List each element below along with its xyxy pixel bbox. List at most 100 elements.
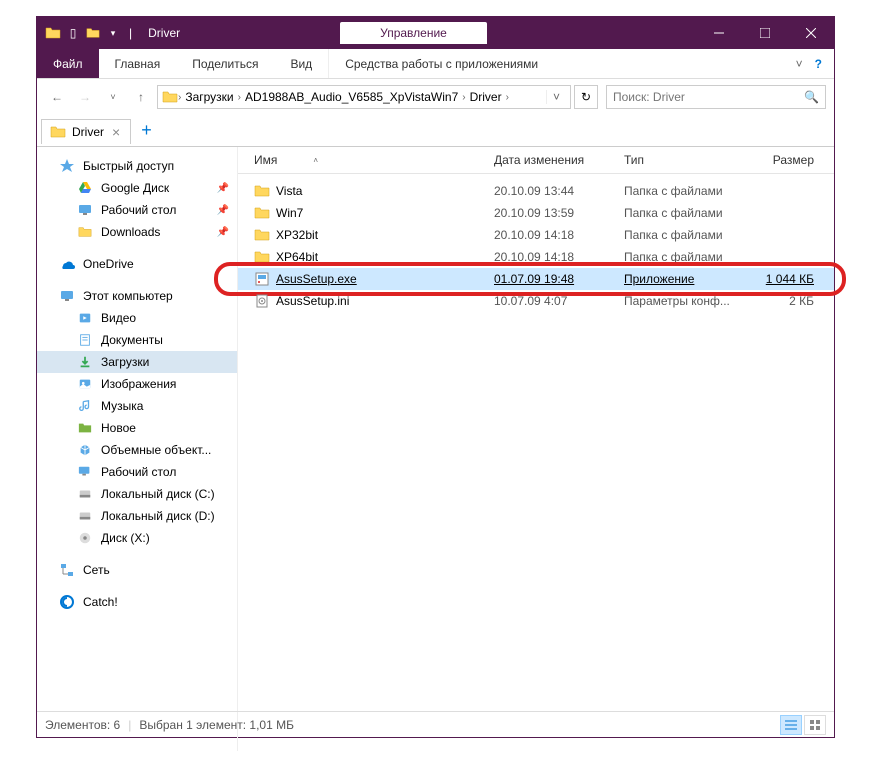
sidebar-quick-access[interactable]: Быстрый доступ [37,155,237,177]
contextual-tools-tab[interactable]: Управление [340,22,487,44]
desktop-icon [77,464,93,480]
forward-button[interactable]: → [73,85,97,109]
ribbon-tab-context[interactable]: Средства работы с приложениями [328,49,554,78]
folder-icon [77,224,93,240]
sidebar-item[interactable]: Рабочий стол [37,461,237,483]
sidebar-item[interactable]: Видео [37,307,237,329]
column-type[interactable]: Тип [624,153,744,167]
file-date: 20.10.09 14:18 [494,228,624,242]
sidebar-item[interactable]: Диск (X:) [37,527,237,549]
breadcrumb-item[interactable]: Загрузки [181,90,237,104]
file-row[interactable]: XP64bit 20.10.09 14:18 Папка с файлами [238,246,834,268]
tab-label: Driver [72,125,104,139]
up-button[interactable]: ↑ [129,85,153,109]
network-icon [59,562,75,578]
sidebar-catch[interactable]: Catch! [37,591,237,613]
file-date: 01.07.09 19:48 [494,272,624,286]
chevron-right-icon[interactable]: › [506,92,509,103]
file-type: Параметры конф... [624,294,744,308]
documents-icon [77,332,93,348]
sidebar-item[interactable]: Локальный диск (D:) [37,505,237,527]
file-row[interactable]: AsusSetup.exe 01.07.09 19:48 Приложение … [238,268,834,290]
file-date: 20.10.09 13:44 [494,184,624,198]
sidebar-item[interactable]: Загрузки [37,351,237,373]
file-row[interactable]: Vista 20.10.09 13:44 Папка с файлами [238,180,834,202]
sidebar-item[interactable]: Музыка [37,395,237,417]
file-date: 10.07.09 4:07 [494,294,624,308]
dvd-icon [77,530,93,546]
ribbon-tab-view[interactable]: Вид [274,49,328,78]
search-box[interactable]: 🔍 [606,85,826,109]
icons-view-button[interactable] [804,715,826,735]
file-date: 20.10.09 14:18 [494,250,624,264]
recent-locations-icon[interactable]: ˅ [101,85,125,109]
catch-icon [59,594,75,610]
3d-icon [77,442,93,458]
file-list: Имя˄ Дата изменения Тип Размер Vista 20.… [238,147,834,751]
disk-icon [77,508,93,524]
close-button[interactable] [788,17,834,49]
file-name: AsusSetup.ini [276,294,349,308]
ribbon: Файл Главная Поделиться Вид Средства раб… [37,49,834,79]
file-name: Win7 [276,206,303,220]
sidebar-network[interactable]: Сеть [37,559,237,581]
maximize-button[interactable] [742,17,788,49]
disk-icon [77,486,93,502]
search-input[interactable] [613,90,804,104]
file-name: XP64bit [276,250,318,264]
sidebar-item[interactable]: Downloads📌 [37,221,237,243]
sidebar-item[interactable]: Рабочий стол📌 [37,199,237,221]
file-row[interactable]: Win7 20.10.09 13:59 Папка с файлами [238,202,834,224]
sort-arrow-icon: ˄ [313,156,318,165]
sidebar-onedrive[interactable]: OneDrive [37,253,237,275]
help-icon[interactable]: ? [815,57,822,71]
file-row[interactable]: XP32bit 20.10.09 14:18 Папка с файлами [238,224,834,246]
file-name: AsusSetup.exe [276,272,357,286]
folder-tab[interactable]: Driver × [41,119,131,144]
sidebar-item[interactable]: Новое [37,417,237,439]
sidebar-item[interactable]: Google Диск📌 [37,177,237,199]
back-button[interactable]: ← [45,85,69,109]
column-size[interactable]: Размер [744,153,834,167]
breadcrumb[interactable]: › Загрузки › AD1988AB_Audio_V6585_XpVist… [157,85,571,109]
folder-icon [254,227,270,243]
refresh-button[interactable]: ↻ [574,85,598,109]
ribbon-tab-share[interactable]: Поделиться [176,49,274,78]
column-date[interactable]: Дата изменения [494,153,624,167]
file-type: Приложение [624,272,744,286]
star-icon [59,158,75,174]
qat-dropdown-icon[interactable]: ▾ [105,25,121,41]
address-dropdown-icon[interactable]: ˅ [546,90,566,104]
folder-icon [45,25,61,41]
folder-green-icon [77,420,93,436]
breadcrumb-item[interactable]: AD1988AB_Audio_V6585_XpVistaWin7 [241,90,462,104]
sidebar-item[interactable]: Документы [37,329,237,351]
sidebar-item[interactable]: Локальный диск (C:) [37,483,237,505]
pin-icon: 📌 [217,183,229,194]
qat-icon-2[interactable] [85,25,101,41]
sidebar-this-pc[interactable]: Этот компьютер [37,285,237,307]
details-view-button[interactable] [780,715,802,735]
breadcrumb-item[interactable]: Driver [466,90,506,104]
file-row[interactable]: AsusSetup.ini 10.07.09 4:07 Параметры ко… [238,290,834,312]
item-count: Элементов: 6 [45,718,120,732]
close-tab-icon[interactable]: × [110,124,122,140]
ribbon-tab-home[interactable]: Главная [99,49,177,78]
sidebar-item[interactable]: Объемные объект... [37,439,237,461]
add-tab-icon[interactable]: + [131,120,162,141]
sidebar-item[interactable]: Изображения [37,373,237,395]
pin-icon: 📌 [217,227,229,238]
navigation-pane: Быстрый доступ Google Диск📌 Рабочий стол… [37,147,238,751]
column-name[interactable]: Имя˄ [238,153,494,167]
search-icon[interactable]: 🔍 [804,90,819,104]
file-size: 2 КБ [744,294,834,308]
video-icon [77,310,93,326]
ribbon-expand-icon[interactable]: ˅ [796,57,803,71]
column-headers: Имя˄ Дата изменения Тип Размер [238,147,834,174]
qat-icon-1[interactable]: ▯ [65,25,81,41]
ribbon-file-tab[interactable]: Файл [37,49,99,78]
minimize-button[interactable] [696,17,742,49]
file-type: Папка с файлами [624,228,744,242]
gdrive-icon [77,180,93,196]
window-title: Driver [148,26,180,40]
